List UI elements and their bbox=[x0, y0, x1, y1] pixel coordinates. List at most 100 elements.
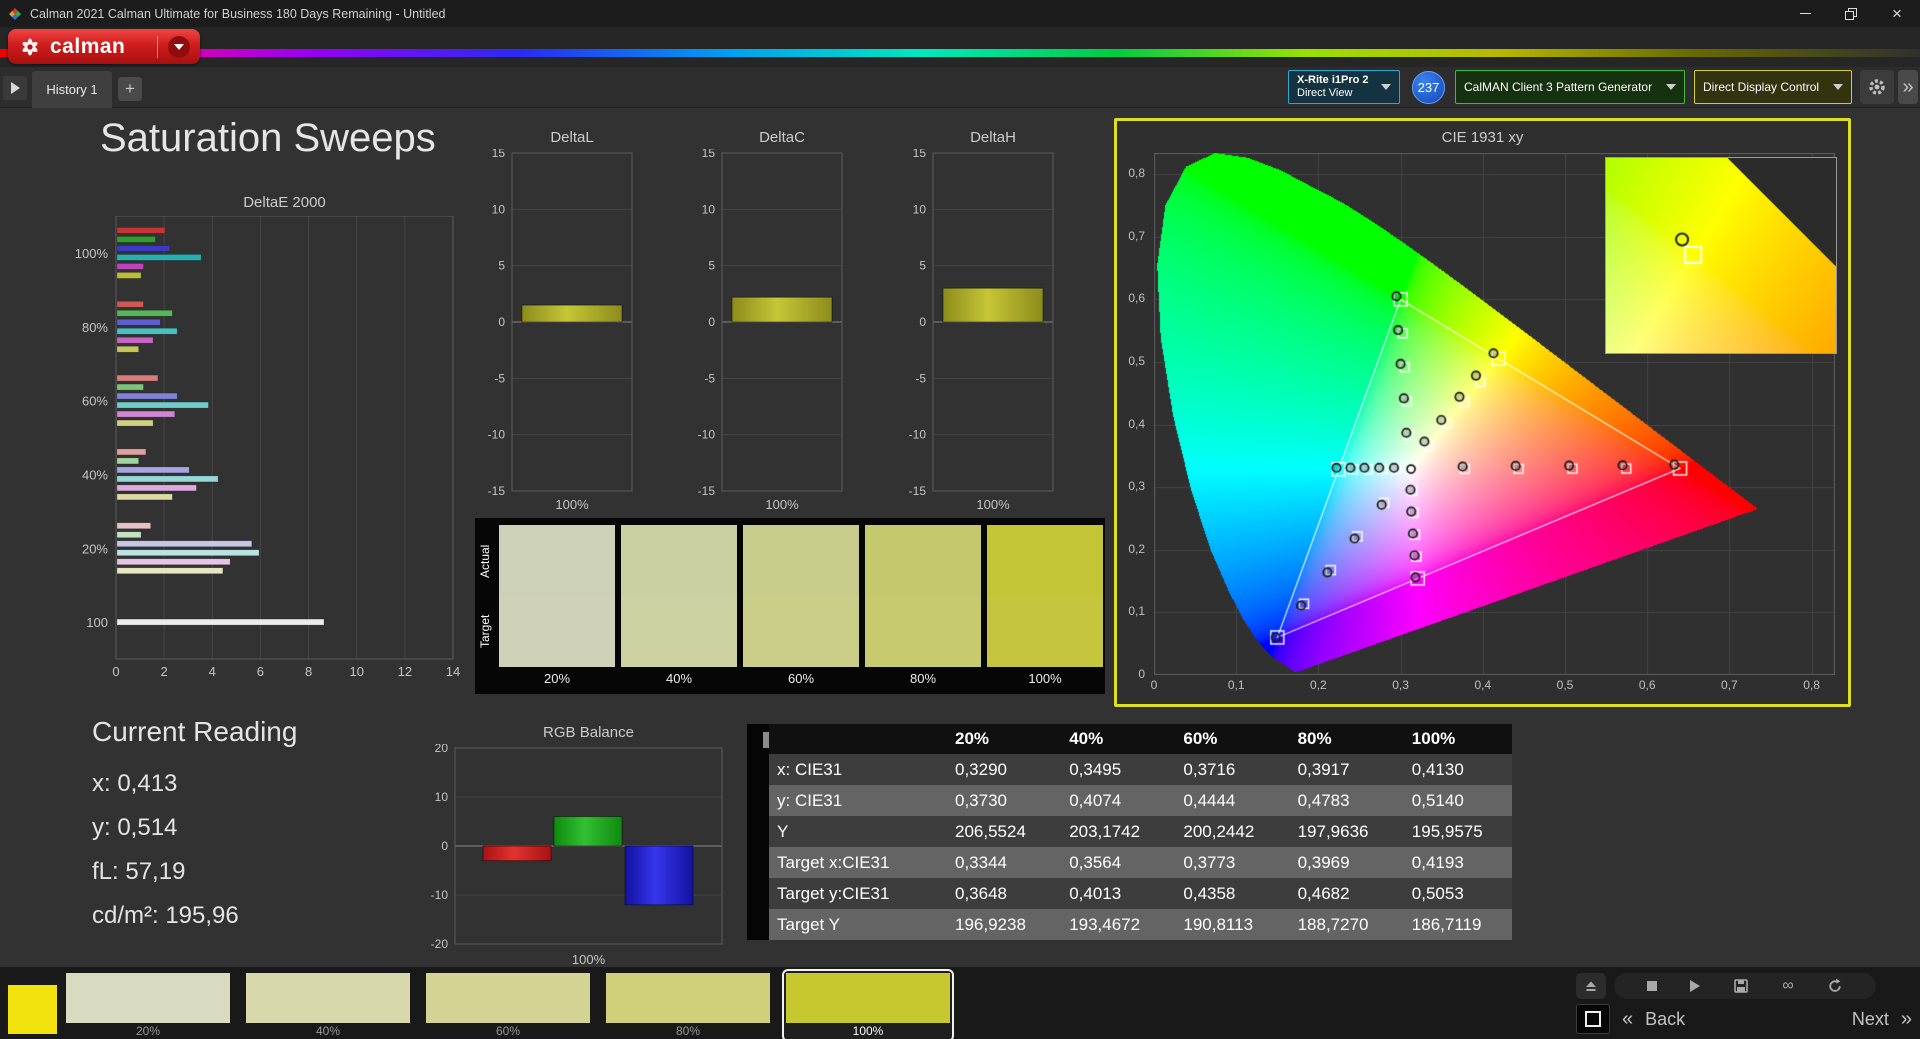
svg-text:100%: 100% bbox=[555, 497, 589, 512]
play-button[interactable] bbox=[1690, 980, 1701, 992]
next-chevron-icon: » bbox=[1900, 1007, 1912, 1030]
table-row-label: y: CIE31 bbox=[769, 785, 941, 816]
table-cell: 0,4013 bbox=[1055, 878, 1170, 909]
table-cell: 193,4672 bbox=[1055, 909, 1170, 940]
close-button[interactable]: × bbox=[1874, 0, 1920, 27]
cie-x-tick: 0,6 bbox=[1638, 678, 1656, 692]
logo-divider bbox=[157, 35, 158, 58]
minimize-button[interactable] bbox=[1782, 0, 1828, 27]
svg-text:-10: -10 bbox=[909, 428, 927, 442]
table-cell: 0,4783 bbox=[1283, 785, 1398, 816]
table-cell: 203,1742 bbox=[1055, 816, 1170, 847]
cie-x-tick: 0 bbox=[1150, 678, 1158, 692]
svg-text:100: 100 bbox=[86, 615, 108, 630]
expand-panel-button[interactable]: » bbox=[1898, 70, 1918, 104]
eject-button[interactable] bbox=[1576, 973, 1606, 999]
table-cell: 195,9575 bbox=[1397, 816, 1512, 847]
pattern-swatch-100%[interactable]: 100% bbox=[782, 969, 954, 1039]
deltae2000-plot: 0 2 4 6 8 10 12 14 100% 80% 60% 40% 20% 100 bbox=[75, 216, 460, 679]
svg-text:8: 8 bbox=[305, 664, 312, 679]
current-reading-y: y: 0,514 bbox=[92, 814, 178, 841]
navigation-controls: « Back Next » bbox=[1576, 1004, 1912, 1034]
workspace: Saturation Sweeps DeltaE 2000 0 2 4 6 8 10 12 1… bbox=[0, 108, 1920, 967]
swatch-column-label: 60% bbox=[787, 671, 815, 686]
calman-logo-button[interactable]: calman bbox=[8, 29, 200, 64]
table-cell: 0,3730 bbox=[941, 785, 1056, 816]
active-pattern-color[interactable] bbox=[8, 985, 57, 1034]
svg-text:15: 15 bbox=[913, 149, 927, 160]
eject-icon bbox=[1586, 981, 1596, 991]
svg-text:0: 0 bbox=[498, 315, 505, 329]
meter-dropdown[interactable]: X-Rite i1Pro 2 Direct View bbox=[1288, 70, 1400, 104]
table-row-strip bbox=[747, 785, 769, 816]
deltaH-chart: DeltaH 15 10 5 0 -5 -10 -15 100% bbox=[899, 129, 1099, 513]
cie-y-tick: 0,4 bbox=[1128, 416, 1145, 431]
actual-swatch bbox=[621, 525, 737, 596]
add-tab-button[interactable]: + bbox=[118, 77, 142, 101]
stop-button[interactable] bbox=[1647, 981, 1658, 991]
table-cell: 0,4074 bbox=[1055, 785, 1170, 816]
table-cell: 0,4193 bbox=[1397, 847, 1512, 878]
table-handle bbox=[747, 724, 769, 754]
meter-name: X-Rite i1Pro 2 bbox=[1297, 74, 1369, 86]
cie-x-tick: 0,1 bbox=[1227, 678, 1245, 692]
svg-text:-5: -5 bbox=[494, 371, 505, 385]
table-cell: 0,3564 bbox=[1055, 847, 1170, 878]
refresh-button[interactable] bbox=[1827, 978, 1843, 994]
table-row-label: Y bbox=[769, 816, 941, 847]
cie-y-tick: 0,3 bbox=[1128, 479, 1145, 494]
table-cell: 0,3917 bbox=[1283, 754, 1398, 785]
svg-text:0: 0 bbox=[919, 315, 926, 329]
svg-text:20: 20 bbox=[435, 744, 449, 755]
pattern-generator-label: CalMAN Client 3 Pattern Generator bbox=[1464, 80, 1653, 94]
meter-count-badge[interactable]: 237 bbox=[1412, 71, 1445, 104]
restore-button[interactable] bbox=[1828, 0, 1874, 27]
main-menu-button[interactable] bbox=[168, 35, 190, 58]
tab-history-1[interactable]: History 1 bbox=[32, 71, 112, 108]
pattern-swatch-20%[interactable]: 20% bbox=[62, 969, 234, 1039]
target-swatch bbox=[865, 596, 981, 667]
pattern-window-button[interactable] bbox=[1576, 1004, 1610, 1034]
cie-x-tick: 0,2 bbox=[1310, 678, 1327, 692]
swatch-color bbox=[426, 973, 590, 1023]
table-column-header: 40% bbox=[1055, 724, 1170, 754]
svg-text:-10: -10 bbox=[698, 428, 716, 442]
svg-text:6: 6 bbox=[257, 664, 264, 679]
svg-text:20%: 20% bbox=[82, 541, 108, 556]
pattern-swatch-80%[interactable]: 80% bbox=[602, 969, 774, 1039]
chevron-down-icon bbox=[174, 43, 184, 50]
svg-text:-15: -15 bbox=[909, 484, 927, 498]
continuous-measure-button[interactable]: ∞ bbox=[1782, 978, 1793, 994]
pattern-swatch-60%[interactable]: 60% bbox=[422, 969, 594, 1039]
actual-row-label: Actual bbox=[478, 544, 492, 578]
rgb-balance-title: RGB Balance bbox=[543, 724, 634, 741]
rainbow-gradient-strip bbox=[0, 49, 1920, 57]
svg-text:10: 10 bbox=[913, 202, 927, 216]
save-button[interactable] bbox=[1733, 978, 1749, 994]
brand-bar: calman bbox=[0, 27, 1920, 67]
deltaC-title: DeltaC bbox=[759, 129, 805, 146]
current-reading-x: x: 0,413 bbox=[92, 770, 178, 797]
swatch-label: 60% bbox=[495, 1024, 521, 1038]
table-cell: 0,4444 bbox=[1169, 785, 1284, 816]
cie-y-axis-labels: 0 0,1 0,2 0,3 0,4 0,5 0,6 0,7 0,8 bbox=[1117, 153, 1150, 681]
transport-controls: ∞ bbox=[1576, 972, 1876, 1000]
swatch-color bbox=[786, 973, 950, 1023]
svg-text:5: 5 bbox=[708, 259, 715, 273]
table-cell: 0,3648 bbox=[941, 878, 1056, 909]
back-button[interactable]: Back bbox=[1645, 1009, 1685, 1030]
display-control-dropdown[interactable]: Direct Display Control bbox=[1694, 70, 1852, 104]
pattern-swatch-40%[interactable]: 40% bbox=[242, 969, 414, 1039]
svg-text:100%: 100% bbox=[765, 497, 799, 512]
swatch-color bbox=[246, 973, 410, 1023]
settings-button[interactable] bbox=[1860, 70, 1894, 104]
current-reading-fl: fL: 57,19 bbox=[92, 858, 186, 885]
chevron-down-icon bbox=[1381, 84, 1391, 90]
pattern-generator-dropdown[interactable]: CalMAN Client 3 Pattern Generator bbox=[1455, 70, 1685, 104]
cie-y-tick: 0,8 bbox=[1128, 166, 1145, 181]
next-button[interactable]: Next bbox=[1852, 1009, 1889, 1030]
cie-zoom-inset-canvas bbox=[1605, 157, 1837, 354]
swatch-column-label: 20% bbox=[543, 671, 571, 686]
actual-swatch bbox=[865, 525, 981, 596]
scroll-tabs-button[interactable] bbox=[3, 76, 27, 100]
